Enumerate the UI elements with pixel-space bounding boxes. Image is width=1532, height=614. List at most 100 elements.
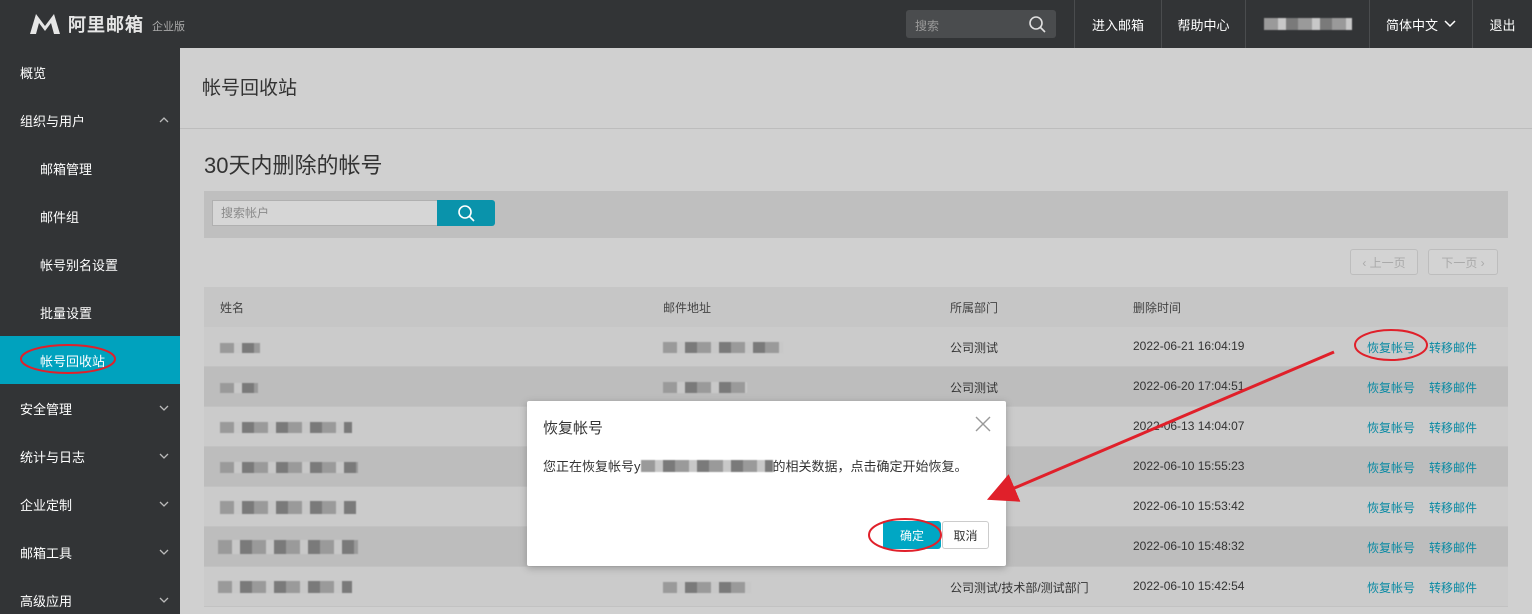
chevron-down-icon [159, 453, 169, 459]
name-redacted [220, 422, 352, 433]
user-name-redacted [1263, 18, 1352, 30]
sidebar-item-label: 帐号回收站 [40, 353, 106, 369]
close-icon[interactable] [974, 415, 992, 433]
dialog-message-prefix: 您正在恢复帐号y [543, 459, 641, 474]
email-redacted [663, 342, 783, 353]
prev-page-button[interactable]: ‹ 上一页 [1350, 249, 1418, 275]
chevron-down-icon [159, 549, 169, 555]
column-header-deleted-time: 删除时间 [1133, 301, 1182, 315]
help-center-link[interactable]: 帮助中心 [1161, 0, 1245, 48]
sidebar: 概览 组织与用户 邮箱管理 邮件组 帐号别名设置 批量设置 帐号回收站 安全管理… [0, 48, 180, 614]
dialog-message: 您正在恢复帐号y 的相关数据，点击确定开始恢复。 [543, 458, 983, 476]
sidebar-item-label: 帐号别名设置 [40, 257, 119, 273]
name-redacted [220, 343, 260, 353]
next-page-button[interactable]: 下一页 › [1428, 249, 1498, 275]
language-selector[interactable]: 简体中文 [1369, 0, 1472, 48]
column-header-email: 邮件地址 [663, 301, 712, 315]
column-header-department: 所属部门 [950, 301, 999, 315]
restore-account-link[interactable]: 恢复帐号 [1367, 539, 1415, 556]
restore-account-link[interactable]: 恢复帐号 [1367, 499, 1415, 516]
chevron-down-icon [159, 597, 169, 603]
restore-account-dialog: 恢复帐号 您正在恢复帐号y 的相关数据，点击确定开始恢复。 确定 取消 [527, 401, 1006, 566]
deleted-time-cell: 2022-06-10 15:48:32 [1133, 539, 1245, 553]
sidebar-item-mail-groups[interactable]: 邮件组 [0, 192, 180, 240]
cancel-button[interactable]: 取消 [942, 521, 989, 549]
section-title: 30天内删除的帐号 [204, 153, 383, 178]
transfer-mail-link[interactable]: 转移邮件 [1429, 339, 1477, 356]
chevron-down-icon [159, 501, 169, 507]
name-redacted [218, 540, 358, 554]
sidebar-item-label: 企业定制 [20, 497, 73, 513]
deleted-time-cell: 2022-06-21 16:04:19 [1133, 339, 1245, 353]
dialog-title: 恢复帐号 [543, 420, 604, 437]
deleted-time-cell: 2022-06-13 14:04:07 [1133, 419, 1245, 433]
search-icon[interactable] [1028, 15, 1046, 33]
account-search-button[interactable] [437, 200, 495, 226]
sidebar-item-mail-tools[interactable]: 邮箱工具 [0, 528, 180, 576]
deleted-time-cell: 2022-06-10 15:53:42 [1133, 499, 1245, 513]
email-redacted [663, 382, 747, 393]
top-search-placeholder: 搜索 [915, 19, 940, 33]
deleted-time-cell: 2022-06-10 15:42:54 [1133, 579, 1245, 593]
name-redacted [218, 581, 352, 593]
transfer-mail-link[interactable]: 转移邮件 [1429, 539, 1477, 556]
department-cell: 公司测试 [950, 381, 999, 395]
user-account-menu[interactable] [1245, 0, 1369, 48]
sidebar-item-label: 统计与日志 [20, 449, 86, 465]
account-search-field[interactable] [212, 200, 438, 226]
chevron-down-icon [159, 405, 169, 411]
sidebar-item-label: 邮件组 [40, 209, 80, 225]
sidebar-item-label: 概览 [20, 65, 47, 81]
sidebar-item-account-alias[interactable]: 帐号别名设置 [0, 240, 180, 288]
brand-logo[interactable]: 阿里邮箱 企业版 [28, 10, 185, 38]
sidebar-item-account-recycle-bin[interactable]: 帐号回收站 [0, 336, 180, 384]
sidebar-item-customization[interactable]: 企业定制 [0, 480, 180, 528]
restore-account-link[interactable]: 恢复帐号 [1367, 419, 1415, 436]
filter-bar [204, 191, 1508, 238]
enter-mailbox-link[interactable]: 进入邮箱 [1074, 0, 1161, 48]
name-redacted [220, 501, 356, 514]
sidebar-item-advanced[interactable]: 高级应用 [0, 576, 180, 614]
transfer-mail-link[interactable]: 转移邮件 [1429, 579, 1477, 596]
divider [180, 128, 1532, 129]
column-header-name: 姓名 [220, 301, 245, 315]
sidebar-item-label: 邮箱管理 [40, 161, 93, 177]
name-redacted [220, 383, 258, 393]
sidebar-item-label: 安全管理 [20, 401, 73, 417]
sidebar-item-batch-settings[interactable]: 批量设置 [0, 288, 180, 336]
transfer-mail-link[interactable]: 转移邮件 [1429, 499, 1477, 516]
transfer-mail-link[interactable]: 转移邮件 [1429, 419, 1477, 436]
brand-logo-icon [30, 14, 60, 34]
transfer-mail-link[interactable]: 转移邮件 [1429, 459, 1477, 476]
confirm-button[interactable]: 确定 [883, 521, 941, 549]
restore-account-link[interactable]: 恢复帐号 [1367, 579, 1415, 596]
chevron-up-icon [159, 117, 169, 123]
restore-account-link[interactable]: 恢复帐号 [1367, 379, 1415, 396]
sidebar-item-label: 邮箱工具 [20, 545, 73, 561]
deleted-time-cell: 2022-06-10 15:55:23 [1133, 459, 1245, 473]
sidebar-item-label: 批量设置 [40, 305, 93, 321]
chevron-down-icon [1444, 20, 1456, 28]
brand-edition: 企业版 [152, 20, 185, 33]
sidebar-item-stats-logs[interactable]: 统计与日志 [0, 432, 180, 480]
sidebar-item-security[interactable]: 安全管理 [0, 384, 180, 432]
table-row: 公司测试/技术部/测试部门 2022-06-10 15:42:54 恢复帐号 转… [204, 567, 1508, 607]
email-redacted [663, 582, 751, 593]
sidebar-item-overview[interactable]: 概览 [0, 48, 180, 96]
account-search-input[interactable] [213, 201, 438, 225]
language-label: 简体中文 [1385, 17, 1438, 33]
top-search-input[interactable]: 搜索 [906, 10, 1056, 38]
department-cell: 公司测试 [950, 341, 999, 355]
account-redacted [640, 460, 773, 472]
transfer-mail-link[interactable]: 转移邮件 [1429, 379, 1477, 396]
search-icon [458, 205, 475, 222]
table-row: 公司测试 2022-06-21 16:04:19 恢复帐号 转移邮件 [204, 327, 1508, 367]
sidebar-item-mailbox-management[interactable]: 邮箱管理 [0, 144, 180, 192]
sidebar-item-org-users[interactable]: 组织与用户 [0, 96, 180, 144]
logout-link[interactable]: 退出 [1472, 0, 1532, 48]
brand-name: 阿里邮箱 [68, 15, 144, 35]
deleted-time-cell: 2022-06-20 17:04:51 [1133, 379, 1245, 393]
restore-account-link[interactable]: 恢复帐号 [1367, 339, 1415, 356]
dialog-message-suffix: 的相关数据，点击确定开始恢复。 [772, 459, 968, 474]
restore-account-link[interactable]: 恢复帐号 [1367, 459, 1415, 476]
